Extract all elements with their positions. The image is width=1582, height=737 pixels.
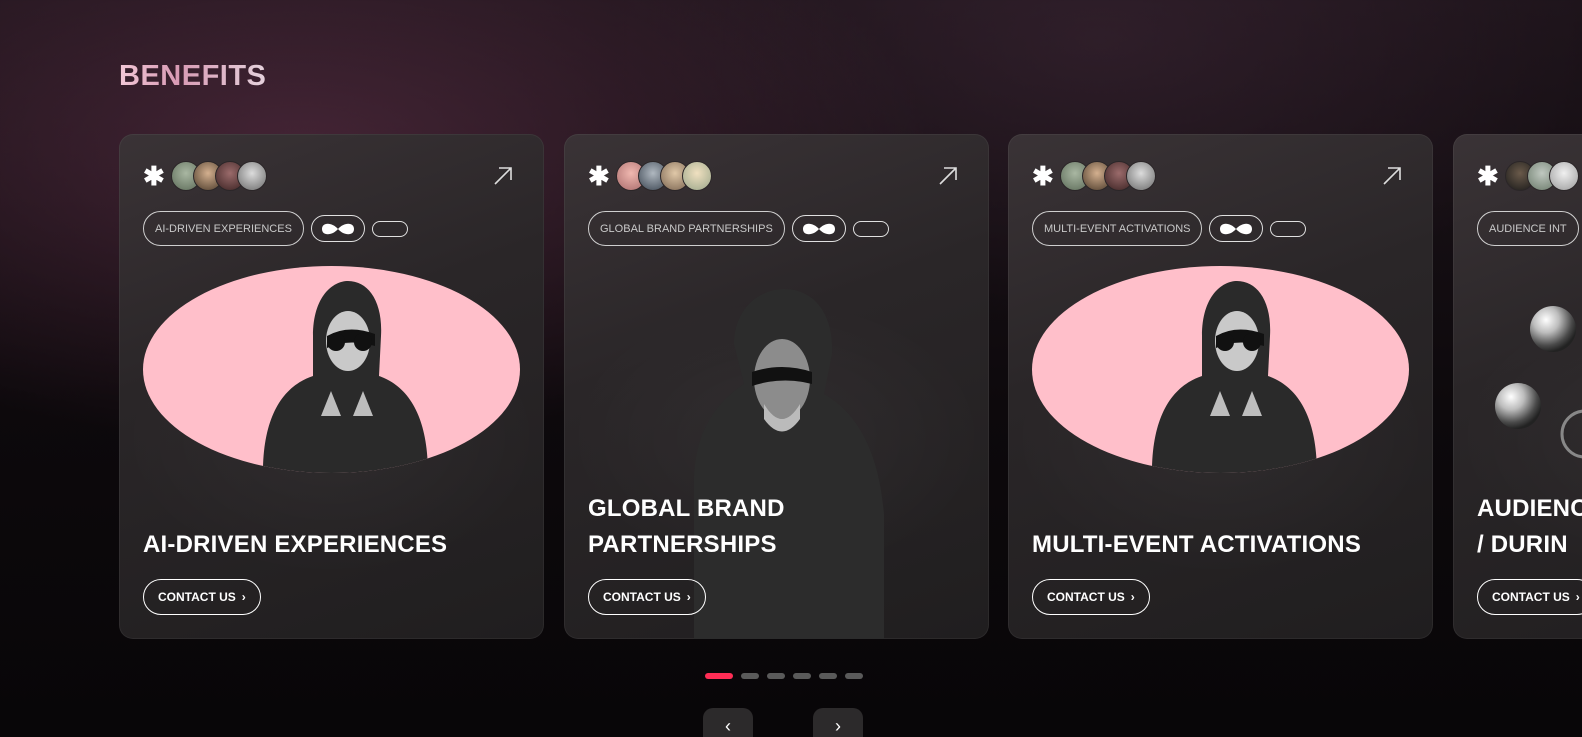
infinity-icon	[791, 215, 846, 242]
woman-hoodie-image	[143, 266, 520, 473]
carousel-next-button[interactable]: ›	[813, 708, 863, 737]
tag-pill: MULTI-EVENT ACTIVATIONS	[1032, 211, 1203, 246]
avatar-group	[170, 161, 267, 191]
benefits-carousel: ✱ AI-DRIVEN EXPERIENCES AI-DRIVEN EXPERI…	[0, 0, 1582, 737]
arrow-up-right-icon[interactable]	[937, 165, 959, 187]
asterisk-icon: ✱	[588, 161, 610, 191]
empty-pill	[852, 220, 889, 237]
carousel-dot[interactable]	[705, 673, 733, 679]
avatar	[1125, 161, 1156, 191]
arrow-up-right-icon[interactable]	[1381, 165, 1403, 187]
contact-us-button[interactable]: CONTACT US ›	[588, 579, 706, 615]
carousel-dot[interactable]	[793, 673, 811, 679]
man-hoodie-image	[694, 289, 884, 639]
avatar	[1548, 161, 1579, 191]
avatar-group	[1059, 161, 1156, 191]
chevron-right-icon: ›	[1130, 590, 1135, 604]
empty-pill	[1270, 220, 1307, 237]
carousel-dot[interactable]	[819, 673, 837, 679]
chevron-right-icon: ›	[686, 590, 691, 604]
asterisk-icon: ✱	[1477, 161, 1499, 191]
card-title: GLOBAL BRAND PARTNERSHIPS	[588, 495, 785, 558]
contact-us-button[interactable]: CONTACT US ›	[1032, 579, 1150, 615]
benefit-card-global-brand[interactable]: ✱ GLOBAL BRAND PARTNERSHIPS GLOBAL BRAND…	[564, 134, 989, 639]
chevron-left-icon: ‹	[725, 716, 731, 736]
asterisk-icon: ✱	[1032, 161, 1054, 191]
benefit-card-audience[interactable]: ✱ AUDIENCE INT AUDIENC / DURIN CONTACT U…	[1453, 134, 1582, 639]
chrome-spheres-image	[1495, 306, 1582, 459]
chevron-right-icon: ›	[1575, 590, 1580, 604]
carousel-pagination	[705, 673, 863, 679]
avatar	[681, 161, 712, 191]
arrow-up-right-icon[interactable]	[492, 165, 514, 187]
chevron-right-icon: ›	[835, 716, 841, 736]
carousel-dot[interactable]	[767, 673, 785, 679]
contact-us-button[interactable]: CONTACT US ›	[143, 579, 261, 615]
carousel-dot[interactable]	[845, 673, 863, 679]
chevron-right-icon: ›	[241, 590, 246, 604]
carousel-prev-button[interactable]: ‹	[703, 708, 753, 737]
avatar	[236, 161, 267, 191]
benefit-card-multi-event[interactable]: ✱ MULTI-EVENT ACTIVATIONS MULTI-EVENT AC…	[1008, 134, 1433, 639]
card-title: AI-DRIVEN EXPERIENCES	[143, 531, 448, 558]
empty-pill	[371, 220, 408, 237]
infinity-icon	[310, 215, 365, 242]
carousel-dot[interactable]	[741, 673, 759, 679]
infinity-icon	[1209, 215, 1264, 242]
card-title: MULTI-EVENT ACTIVATIONS	[1032, 531, 1362, 558]
benefit-card-ai-driven[interactable]: ✱ AI-DRIVEN EXPERIENCES AI-DRIVEN EXPERI…	[119, 134, 544, 639]
avatar-group	[615, 161, 712, 191]
avatar-group	[1504, 161, 1579, 191]
contact-us-button[interactable]: CONTACT US ›	[1477, 579, 1582, 615]
woman-hoodie-image	[1032, 266, 1409, 473]
tag-pill: AUDIENCE INT	[1477, 211, 1579, 246]
card-title: AUDIENC / DURIN	[1477, 495, 1582, 558]
tag-pill: AI-DRIVEN EXPERIENCES	[143, 211, 304, 246]
asterisk-icon: ✱	[143, 161, 165, 191]
tag-pill: GLOBAL BRAND PARTNERSHIPS	[588, 211, 785, 246]
